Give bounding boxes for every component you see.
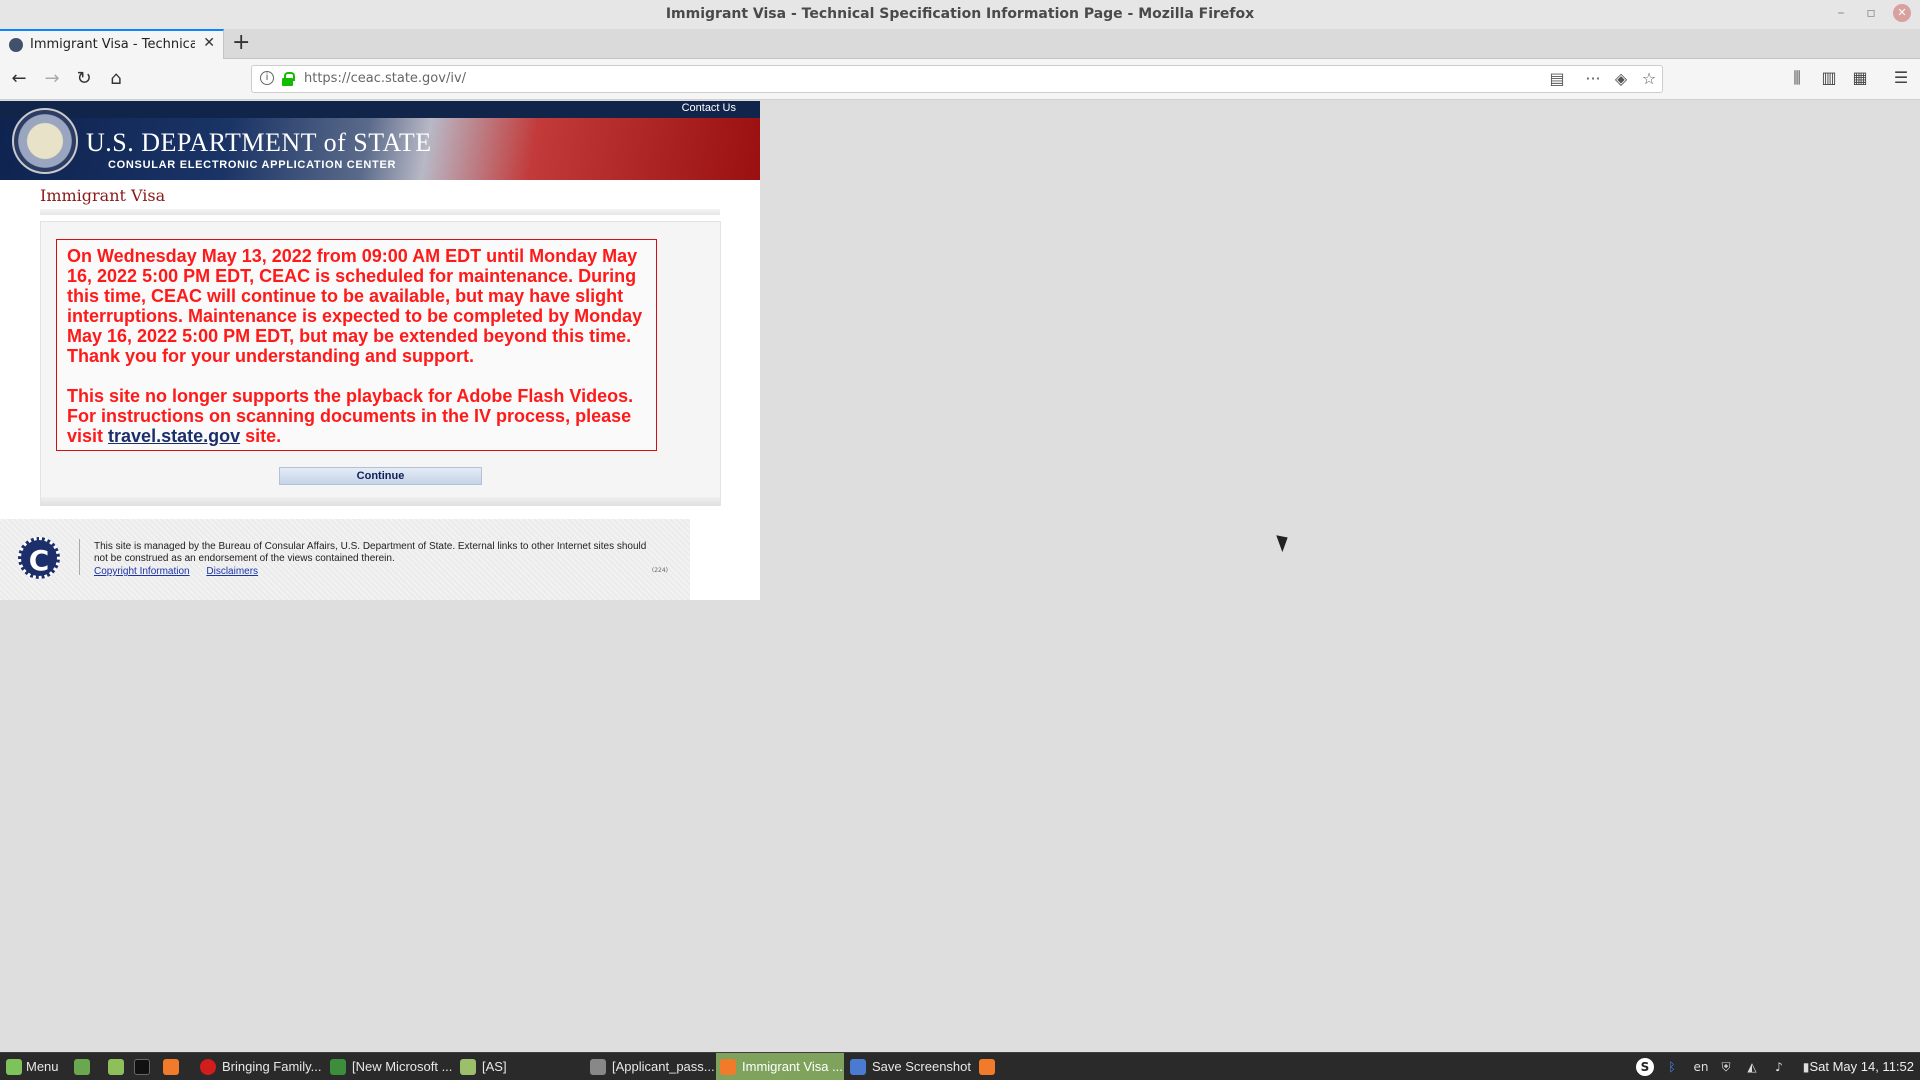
footer-version: (224) <box>651 567 668 574</box>
taskbar-item-folder[interactable]: [AS] <box>458 1053 578 1080</box>
wifi-icon[interactable]: ◭ <box>1743 1058 1761 1076</box>
page-title: Immigrant Visa <box>40 186 166 205</box>
reload-button[interactable]: ↻ <box>72 67 96 91</box>
keyboard-layout-indicator[interactable]: en <box>1690 1058 1712 1076</box>
sidebar-icon[interactable]: ▥ <box>1818 68 1840 87</box>
taskbar-item-opera[interactable]: Bringing Family... <box>198 1053 322 1080</box>
maximize-icon[interactable]: ▫ <box>1862 4 1880 22</box>
notice-panel: On Wednesday May 13, 2022 from 09:00 AM … <box>40 221 721 506</box>
continue-button[interactable]: Continue <box>279 467 482 485</box>
shield-icon[interactable]: ⛨ <box>1717 1058 1735 1076</box>
files-icon[interactable] <box>108 1059 124 1075</box>
banner-department: U.S. DEPARTMENT of STATE <box>86 128 432 157</box>
maintenance-alert: On Wednesday May 13, 2022 from 09:00 AM … <box>56 239 657 451</box>
alert-paragraph-flash: This site no longer supports the playbac… <box>67 386 646 446</box>
folder-icon <box>460 1059 476 1075</box>
tab-close-icon[interactable]: ✕ <box>203 35 215 51</box>
footer-links: Copyright Information Disclaimers <box>94 566 272 577</box>
taskbar-item-screenshot[interactable]: Save Screenshot <box>848 1053 972 1080</box>
back-button[interactable]: ← <box>7 67 31 91</box>
library-icon[interactable]: ⫼ <box>1786 68 1808 88</box>
spreadsheet-icon <box>330 1059 346 1075</box>
reader-view-icon[interactable]: ▤ <box>1546 69 1568 88</box>
info-icon[interactable]: i <box>260 71 274 85</box>
pocket-icon[interactable]: ◈ <box>1610 69 1632 88</box>
skype-icon[interactable]: S <box>1636 1058 1654 1076</box>
taskbar-item-label: [AS] <box>482 1059 507 1074</box>
tab-strip: Immigrant Visa - Technical Sp ✕ + <box>0 29 1920 59</box>
mint-logo-icon <box>6 1059 22 1075</box>
camera-icon <box>850 1059 866 1075</box>
volume-icon[interactable]: ♪ <box>1770 1058 1788 1076</box>
mouse-cursor-icon <box>1276 531 1292 553</box>
title-divider <box>40 209 720 215</box>
bluetooth-icon[interactable]: ᛒ <box>1663 1058 1681 1076</box>
panel-bottom-bar <box>41 497 720 505</box>
dos-seal-icon <box>12 108 78 174</box>
bookmark-star-icon[interactable]: ☆ <box>1638 69 1660 88</box>
taskbar-item-document[interactable]: [Applicant_pass... <box>588 1053 715 1080</box>
taskbar-item-firefox[interactable]: Immigrant Visa ... <box>716 1053 844 1080</box>
system-taskbar: Menu Bringing Family... [New Microsoft .… <box>0 1052 1920 1080</box>
document-icon <box>590 1059 606 1075</box>
terminal-icon[interactable] <box>134 1059 150 1075</box>
page-footer: C This site is managed by the Bureau of … <box>0 519 690 600</box>
window-titlebar: Immigrant Visa - Technical Specification… <box>0 0 1920 29</box>
forward-button[interactable]: → <box>40 67 64 91</box>
footer-disclaimer-text: This site is managed by the Bureau of Co… <box>94 541 647 564</box>
tab-immigrant-visa[interactable]: Immigrant Visa - Technical Sp ✕ <box>0 29 224 59</box>
window-title: Immigrant Visa - Technical Specification… <box>665 6 1255 22</box>
taskbar-item-label: Immigrant Visa ... <box>742 1059 843 1074</box>
page-actions-icon[interactable]: ··· <box>1582 69 1604 88</box>
contact-us-link[interactable]: Contact Us <box>682 102 736 114</box>
show-desktop-icon[interactable] <box>74 1059 90 1075</box>
top-strip: Contact Us <box>0 101 760 118</box>
taskbar-item-label: Save Screenshot <box>872 1059 972 1074</box>
firefox-launcher-icon[interactable] <box>163 1059 179 1075</box>
url-bar[interactable]: i https://ceac.state.gov/iv/ ▤ ··· ◈ ☆ <box>251 65 1663 93</box>
opera-icon <box>200 1059 216 1075</box>
extension-icon[interactable]: ▦ <box>1849 68 1871 87</box>
start-menu-button[interactable]: Menu <box>4 1053 59 1080</box>
copyright-information-link[interactable]: Copyright Information <box>94 566 190 577</box>
taskbar-item-spreadsheet[interactable]: [New Microsoft ... <box>328 1053 452 1080</box>
alert-paragraph-maintenance: On Wednesday May 13, 2022 from 09:00 AM … <box>67 246 643 366</box>
navigation-toolbar: ← → ↻ ⌂ i https://ceac.state.gov/iv/ ▤ ·… <box>0 59 1920 100</box>
taskbar-item-label: [Applicant_pass... <box>612 1059 715 1074</box>
firefox-icon <box>720 1059 736 1075</box>
firefox-pinned-icon[interactable] <box>979 1059 995 1075</box>
new-tab-button[interactable]: + <box>232 30 250 55</box>
ceac-logo-icon: C <box>18 537 60 579</box>
footer-separator <box>79 539 80 575</box>
disclaimers-link[interactable]: Disclaimers <box>206 566 258 577</box>
travel-state-gov-link[interactable]: travel.state.gov <box>108 426 240 446</box>
page-content: Contact Us U.S. DEPARTMENT of STATE CONS… <box>0 101 760 600</box>
close-window-icon[interactable]: ✕ <box>1893 4 1911 22</box>
url-text[interactable]: https://ceac.state.gov/iv/ <box>304 71 466 86</box>
taskbar-item-label: Bringing Family... <box>222 1059 322 1074</box>
home-button[interactable]: ⌂ <box>104 67 128 91</box>
menu-label: Menu <box>26 1059 59 1074</box>
hamburger-menu-icon[interactable]: ☰ <box>1890 68 1912 87</box>
dos-banner: U.S. DEPARTMENT of STATE CONSULAR ELECTR… <box>0 108 760 180</box>
banner-subtitle: CONSULAR ELECTRONIC APPLICATION CENTER <box>108 159 397 171</box>
minimize-icon[interactable]: – <box>1832 4 1850 22</box>
seal-favicon-icon <box>9 38 23 52</box>
alert-text-end: site. <box>240 426 282 446</box>
lock-icon[interactable] <box>282 72 295 86</box>
taskbar-item-label: [New Microsoft ... <box>352 1059 453 1074</box>
system-clock[interactable]: Sat May 14, 11:52 <box>1809 1053 1914 1080</box>
tab-title: Immigrant Visa - Technical Sp <box>30 37 195 52</box>
